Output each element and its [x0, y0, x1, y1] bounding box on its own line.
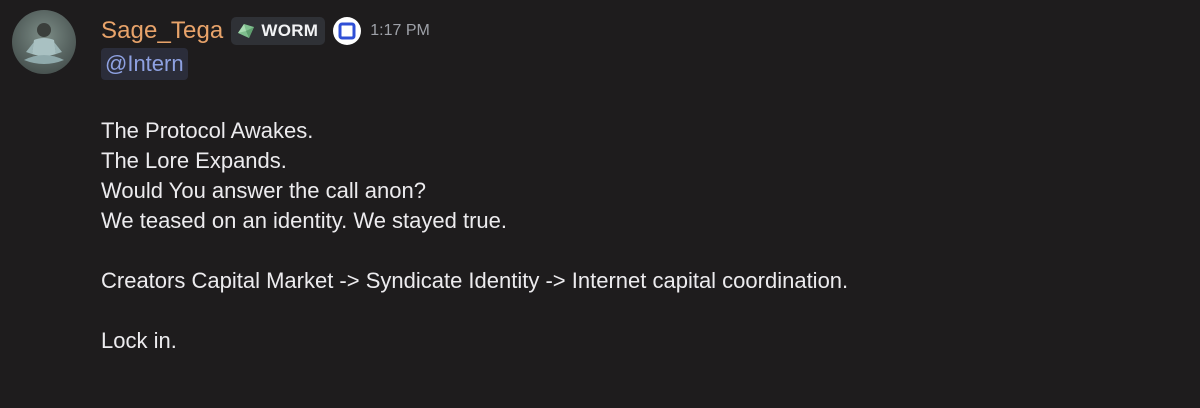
user-avatar[interactable]: [12, 10, 76, 74]
message-header: Sage_Tega WORM 1:17 PM: [101, 14, 430, 48]
username[interactable]: Sage_Tega: [101, 17, 223, 45]
meditating-figure-icon: [24, 23, 64, 64]
gem-icon: [238, 24, 255, 38]
message-line: Would You answer the call anon?: [101, 178, 426, 203]
square-logo-icon: [338, 22, 356, 40]
message-line: We teased on an identity. We stayed true…: [101, 208, 508, 233]
message-line: The Lore Expands.: [101, 148, 287, 173]
user-mention[interactable]: @Intern: [101, 48, 188, 80]
message-line: The Protocol Awakes.: [101, 118, 314, 143]
chat-message: Sage_Tega WORM 1:17 PM @Intern The Proto…: [0, 0, 1200, 408]
role-tag[interactable]: WORM: [231, 17, 326, 45]
message-body: The Protocol Awakes. The Lore Expands. W…: [101, 116, 848, 356]
role-tag-label: WORM: [261, 21, 319, 40]
message-line: Creators Capital Market -> Syndicate Ide…: [101, 268, 849, 293]
message-line: Lock in.: [101, 328, 177, 353]
message-timestamp: 1:17 PM: [370, 22, 430, 39]
server-badge[interactable]: [333, 17, 362, 45]
